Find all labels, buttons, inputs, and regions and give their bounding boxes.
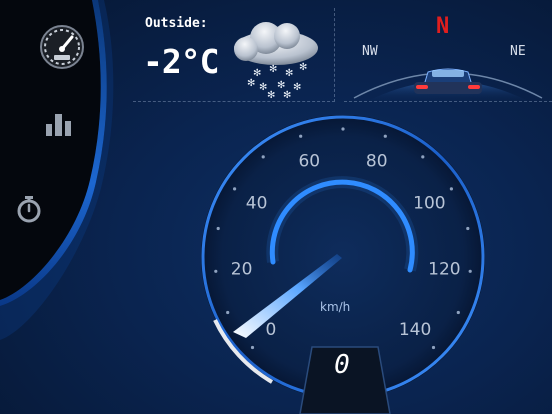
tick-dot [466, 226, 470, 231]
tick-dot [261, 155, 265, 159]
tick-dot [226, 310, 230, 315]
tick-dot [299, 134, 303, 138]
speedometer-gauge: 0 20 40 60 80 100 120 140 [201, 115, 485, 414]
tick-label-120: 120 [428, 259, 460, 279]
tick-label-60: 60 [298, 152, 320, 172]
tick-dot [216, 226, 220, 231]
speed-value: 0 [334, 350, 350, 380]
tick-label-80: 80 [366, 152, 388, 172]
tick-label-20: 20 [231, 259, 253, 279]
tick-dot [341, 127, 345, 131]
tick-label-40: 40 [246, 194, 268, 214]
tick-dot [456, 310, 460, 315]
tick-dot [250, 345, 255, 350]
tick-dot [233, 187, 237, 191]
tick-label-100: 100 [413, 194, 445, 214]
tick-dot [431, 345, 436, 350]
tick-dot [449, 187, 453, 191]
tick-label-0: 0 [265, 320, 276, 340]
tick-dot [421, 155, 425, 159]
tick-label-140: 140 [399, 320, 431, 340]
tick-dot [214, 269, 218, 273]
speed-unit-label: km/h [320, 300, 351, 314]
tick-dot [468, 269, 472, 273]
tick-dot [383, 134, 387, 138]
